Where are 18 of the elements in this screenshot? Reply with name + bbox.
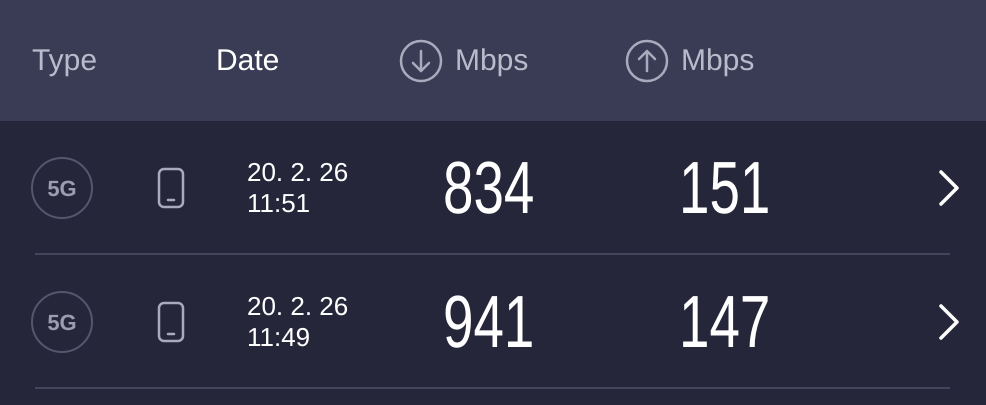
column-header[interactable]: Type: [32, 46, 98, 76]
time-text: 11:51: [247, 188, 312, 219]
download-speed: 834: [443, 151, 534, 225]
chevron-icon[interactable]: [936, 168, 962, 208]
upload-speed: 151: [679, 151, 770, 225]
chevron-icon[interactable]: [936, 302, 962, 342]
column-header[interactable]: Date: [216, 46, 280, 76]
date-text: 20. 2. 26: [247, 157, 350, 188]
column-header[interactable]: Mbps: [455, 46, 528, 76]
download-speed: 941: [443, 285, 534, 359]
column-header[interactable]: Mbps: [681, 46, 754, 76]
network-badge: 5G: [31, 291, 93, 353]
phone-icon: [157, 301, 185, 343]
network-badge: 5G: [31, 157, 93, 219]
upload-speed: 147: [679, 285, 770, 359]
phone-icon: [157, 167, 185, 209]
date-text: 20. 2. 26: [247, 291, 350, 322]
time-text: 11:49: [247, 322, 312, 353]
